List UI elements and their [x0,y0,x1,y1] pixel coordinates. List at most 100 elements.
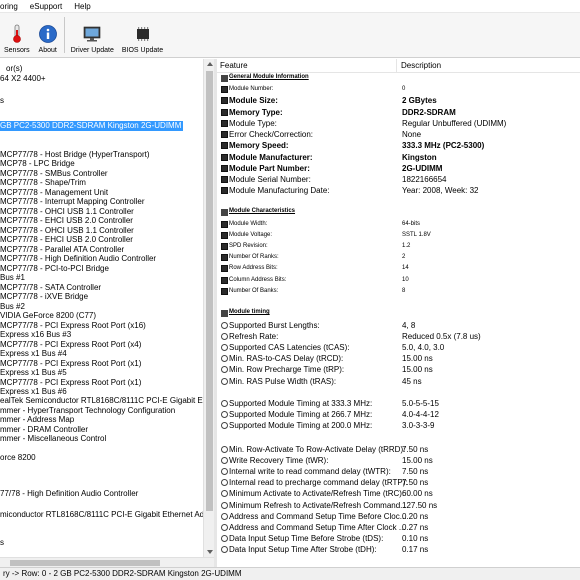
scroll-down-icon[interactable] [207,550,213,554]
property-feature: Min. Row-Activate To Row-Activate Delay … [229,445,406,454]
property-row[interactable]: Column Address Bits: 10 [217,275,580,286]
tree-item[interactable]: MCP77/78 - Shape/Trim [0,178,86,188]
tree-vertical-scrollbar[interactable] [203,59,214,557]
bios-update-button[interactable]: BIOS Update [118,12,167,57]
tree-item[interactable]: Express x16 Bus #3 [0,330,71,340]
clock-icon [221,422,228,429]
property-feature: Module Part Number: [229,164,310,173]
tree-item[interactable]: s [0,96,4,106]
property-row[interactable]: Supported Module Timing at 266.7 MHz: 4.0… [217,409,580,420]
tree-item[interactable]: MCP77/78 - iXVE Bridge [0,292,88,302]
tree-item[interactable]: MCP77/78 - Interrupt Mapping Controller [0,197,145,207]
property-row[interactable]: Address and Command Setup Time Before Cl… [217,511,580,522]
property-feature: Address and Command Setup Time Before Cl… [229,512,407,521]
hscroll-thumb[interactable] [10,560,160,566]
tree-item-selected[interactable]: GB PC2-5300 DDR2-SDRAM Kingston 2G-UDIMM [0,121,184,131]
property-row[interactable]: Supported CAS Latencies (tCAS): 5.0, 4.0,… [217,342,580,353]
property-row[interactable]: Memory Speed: 333.3 MHz (PC2-5300) [217,140,580,151]
property-row[interactable]: Address and Command Setup Time After Clo… [217,522,580,533]
menu-oring[interactable]: oring [0,2,24,11]
clock-icon [221,468,228,475]
tree-item[interactable]: Express x1 Bus #4 [0,349,67,359]
chip-icon [221,142,228,149]
property-feature: Supported Module Timing at 333.3 MHz: [229,399,373,408]
about-button[interactable]: About [34,12,62,57]
property-row[interactable]: Data Input Setup Time Before Strobe (tDS… [217,533,580,544]
tree-item[interactable]: VIDIA GeForce 8200 (C77) [0,311,96,321]
sensors-button[interactable]: Sensors [0,12,34,57]
property-row[interactable]: Module Manufacturing Date: Year: 2008, We… [217,185,580,196]
property-row[interactable]: Memory Type: DDR2-SDRAM [217,107,580,118]
property-row[interactable]: Module Part Number: 2G-UDIMM [217,163,580,174]
feature-column-header[interactable]: Feature [217,59,397,73]
tree-item[interactable]: MCP77/78 - High Definition Audio Control… [0,254,156,264]
property-row[interactable]: Module Size: 2 GBytes [217,95,580,106]
tree-horizontal-scrollbar[interactable] [0,557,214,567]
menu-esupport[interactable]: eSupport [24,2,68,11]
tree-item[interactable]: or(s) [6,64,22,74]
tree-item[interactable]: mmer - Miscellaneous Control [0,434,106,444]
tree-item[interactable]: ealTek Semiconductor RTL8168C/8111C PCI-… [0,396,203,406]
chip-icon [221,120,228,127]
clock-icon [221,378,228,385]
scroll-thumb[interactable] [206,71,213,511]
property-feature: Supported Burst Lengths: [229,321,320,330]
tree-item[interactable]: 77/78 - High Definition Audio Controller [0,489,138,499]
tree-item[interactable]: Bus #1 [0,273,25,283]
tree-item[interactable]: MCP77/78 - EHCI USB 2.0 Controller [0,216,133,226]
property-row[interactable]: Supported Module Timing at 200.0 MHz: 3.0… [217,420,580,431]
tree-item[interactable]: mmer - Address Map [0,415,74,425]
property-row[interactable]: Module Type: Regular Unbuffered (UDIMM) [217,118,580,129]
property-value: SSTL 1.8V [402,232,431,238]
property-row[interactable]: Supported Module Timing at 333.3 MHz: 5.0… [217,398,580,409]
property-value: 0.17 ns [402,545,429,554]
property-row[interactable]: SPD Revision: 1.2 [217,241,580,252]
property-row[interactable]: Min. RAS Pulse Width (tRAS): 45 ns [217,376,580,387]
property-row[interactable]: Min. Row Precharge Time (tRP): 15.00 ns [217,364,580,375]
property-row[interactable]: Internal write to read command delay (tW… [217,466,580,477]
property-feature: Number Of Banks: [229,288,279,294]
property-row[interactable]: Number Of Ranks: 2 [217,252,580,263]
property-value: 45 ns [402,377,422,386]
chip-icon [221,176,228,183]
property-row[interactable]: Min. Row-Activate To Row-Activate Delay … [217,444,580,455]
property-row[interactable]: Data Input Setup Time After Strobe (tDH)… [217,544,580,555]
driver-update-button[interactable]: Driver Update [67,12,118,57]
property-feature: Module Type: [229,119,277,128]
property-row[interactable]: Module Serial Number: 1822166654 [217,174,580,185]
description-column-header[interactable]: Description [398,59,578,73]
property-row[interactable]: Min. RAS-to-CAS Delay (tRCD): 15.00 ns [217,353,580,364]
clock-icon [221,400,228,407]
tree-item[interactable]: MCP78 - LPC Bridge [0,159,75,169]
property-row[interactable]: Module Number: 0 [217,84,580,95]
property-row[interactable]: Module Voltage: SSTL 1.8V [217,230,580,241]
tree-item[interactable]: 64 X2 4400+ [0,74,46,84]
property-feature: Memory Type: [229,108,283,117]
property-row[interactable]: Minimum Refresh to Activate/Refresh Comm… [217,500,580,511]
property-row[interactable]: Internal read to precharge command delay… [217,477,580,488]
property-row[interactable]: Error Check/Correction: None [217,129,580,140]
tree-item[interactable]: MCP77/78 - EHCI USB 2.0 Controller [0,235,133,245]
chip-icon [221,288,228,295]
property-row[interactable]: Number Of Banks: 8 [217,286,580,297]
tree-item[interactable]: Express x1 Bus #5 [0,368,67,378]
thermometer-icon [7,24,27,44]
property-row[interactable]: Minimum Activate to Activate/Refresh Tim… [217,488,580,499]
scroll-up-icon[interactable] [207,62,213,66]
property-row[interactable]: Module Width: 64-bits [217,219,580,230]
menu-help[interactable]: Help [68,2,96,11]
property-row[interactable]: Module Manufacturer: Kingston [217,152,580,163]
device-tree[interactable]: or(s) 64 X2 4400+ s GB PC2-5300 DDR2-SDRAM… [0,59,203,567]
property-row[interactable]: Refresh Rate: Reduced 0.5x (7.8 us) [217,331,580,342]
tree-item[interactable]: s [0,538,4,548]
property-value: 15.00 ns [402,456,433,465]
property-row[interactable]: Supported Burst Lengths: 4, 8 [217,320,580,331]
property-row[interactable]: Write Recovery Time (tWR): 15.00 ns [217,455,580,466]
property-row[interactable]: Row Address Bits: 14 [217,263,580,274]
property-feature: Minimum Activate to Activate/Refresh Tim… [229,489,405,498]
chip-icon [221,109,228,116]
tree-item[interactable]: miconductor RTL8168C/8111C PCI-E Gigabit… [0,510,203,520]
property-value: 60.00 ns [402,489,433,498]
tree-item[interactable]: orce 8200 [0,453,36,463]
section-title: Module timing [229,309,270,315]
